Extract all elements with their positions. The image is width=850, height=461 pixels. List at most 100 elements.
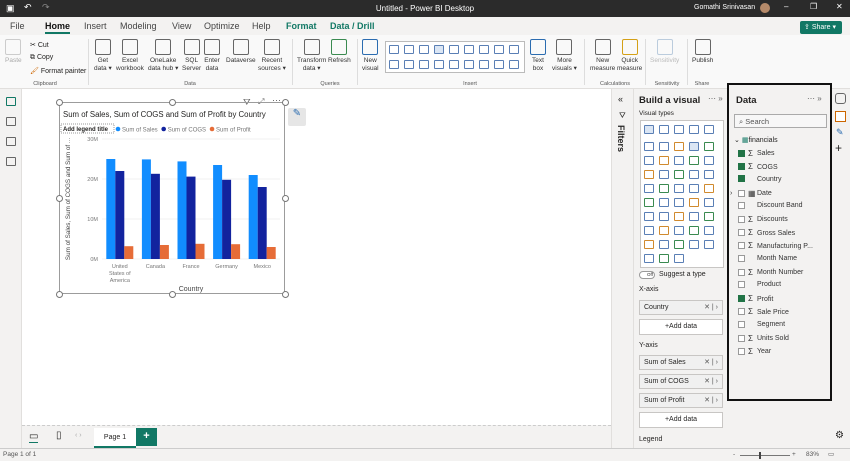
report-canvas[interactable]: ⛛ ⤢ ⋯ ✎ Sum of Sales, Sum of COGS and Su… <box>22 89 611 425</box>
bar-sum-of-sales[interactable] <box>106 159 116 259</box>
resize-handle[interactable] <box>56 99 63 106</box>
report-view-icon[interactable] <box>6 97 16 106</box>
visual-type-icon[interactable] <box>689 184 699 193</box>
visual-type-icon[interactable] <box>659 170 669 179</box>
zoom-slider[interactable] <box>740 455 790 456</box>
visual-type-icon[interactable] <box>644 170 654 179</box>
resize-handle[interactable] <box>169 99 176 106</box>
field-checkbox[interactable] <box>738 334 745 342</box>
visual-type-icon[interactable] <box>704 198 714 207</box>
mobile-layout-icon[interactable]: ▯ <box>56 430 62 441</box>
field-item[interactable]: Σ Discounts <box>738 215 788 227</box>
visual-type-icon[interactable] <box>434 60 444 69</box>
data-pane-icon[interactable] <box>835 93 846 104</box>
visual-type-icon[interactable] <box>494 60 504 69</box>
data-source-button[interactable]: Dataverse <box>226 39 256 65</box>
share-button[interactable]: ⇪ Share ▾ <box>800 21 842 34</box>
table-financials[interactable]: ⌄ ▦financials <box>734 136 778 144</box>
visual-type-icon[interactable] <box>704 125 714 134</box>
visual-type-icon[interactable] <box>644 240 654 249</box>
tab-home[interactable]: Home <box>45 21 71 34</box>
data-source-button[interactable]: Enter data <box>204 39 220 73</box>
build-visual-icon[interactable] <box>835 111 846 122</box>
expand-icon[interactable]: « <box>618 94 623 104</box>
visual-type-icon[interactable] <box>494 45 504 54</box>
remove-field-icon[interactable]: ✕ | › <box>704 303 718 311</box>
visual-type-icon[interactable] <box>464 45 474 54</box>
tab-data-drill[interactable]: Data / Drill <box>330 21 375 31</box>
tab-insert[interactable]: Insert <box>84 21 107 31</box>
field-item[interactable]: Σ Profit <box>738 294 773 306</box>
visual-type-icon[interactable] <box>704 226 714 235</box>
zoom-out-icon[interactable]: - <box>733 451 735 458</box>
refresh-button[interactable]: Refresh <box>328 39 351 65</box>
bar-sum-of-cogs[interactable] <box>222 179 232 259</box>
new-measure-button[interactable]: New measure <box>590 39 615 73</box>
tab-file[interactable]: File <box>10 21 25 31</box>
visual-type-icon[interactable] <box>449 60 459 69</box>
visual-type-icon[interactable] <box>674 184 684 193</box>
data-source-button[interactable]: OneLake data hub ▾ <box>148 39 178 73</box>
field-checkbox[interactable] <box>738 216 745 223</box>
minimize-icon[interactable]: – <box>784 2 788 11</box>
bar-sum-of-sales[interactable] <box>248 175 258 259</box>
desktop-layout-icon[interactable]: ▭ <box>29 431 39 443</box>
visual-type-icon[interactable] <box>644 125 654 134</box>
field-well-item[interactable]: Sum of Profit ✕ | › <box>639 393 723 408</box>
field-item[interactable]: Σ Manufacturing P... <box>738 241 813 253</box>
visual-type-icon[interactable] <box>689 212 699 221</box>
add-icon[interactable]: + <box>835 141 842 155</box>
field-checkbox[interactable] <box>738 150 745 157</box>
field-well-item[interactable]: Sum of COGS ✕ | › <box>639 374 723 389</box>
field-item[interactable]: Segment <box>738 320 785 333</box>
visual-type-icon[interactable] <box>419 45 429 54</box>
add-page-button[interactable]: + <box>136 428 157 446</box>
visual-type-icon[interactable] <box>674 198 684 207</box>
suggest-toggle[interactable]: Off <box>639 271 655 279</box>
format-painter-button[interactable]: 🖌 Format painter <box>30 67 86 75</box>
visual-type-icon[interactable] <box>689 240 699 249</box>
clustered-column-chart[interactable]: Sum of Sales, Sum of COGS and Sum of Pro… <box>56 99 289 298</box>
field-checkbox[interactable] <box>738 348 745 355</box>
visual-type-icon[interactable] <box>434 45 444 54</box>
tab-view[interactable]: View <box>172 21 191 31</box>
visual-type-icon[interactable] <box>644 198 654 207</box>
bar-sum-of-profit[interactable] <box>159 245 169 259</box>
search-input[interactable]: ⌕ Search <box>734 114 827 128</box>
visual-type-icon[interactable] <box>404 45 414 54</box>
field-item[interactable]: › ▦Date <box>730 189 772 201</box>
resize-handle[interactable] <box>282 99 289 106</box>
visual-type-icon[interactable] <box>689 170 699 179</box>
remove-field-icon[interactable]: ✕ | › <box>704 358 718 366</box>
bar-sum-of-profit[interactable] <box>195 243 205 259</box>
visual-type-icon[interactable] <box>449 45 459 54</box>
field-item[interactable]: Discount Band <box>738 201 803 214</box>
zoom-in-icon[interactable]: + <box>792 451 796 458</box>
visual-type-icon[interactable] <box>674 240 684 249</box>
field-checkbox[interactable] <box>738 201 745 209</box>
bar-sum-of-cogs[interactable] <box>115 171 125 259</box>
model-view-icon[interactable] <box>6 137 16 146</box>
visual-type-icon[interactable] <box>644 226 654 235</box>
field-item[interactable]: Σ Sale Price <box>738 307 789 319</box>
bar-sum-of-profit[interactable] <box>124 246 134 259</box>
new-visual-button[interactable]: New visual <box>362 39 379 73</box>
more-options-icon[interactable]: ⋯ » <box>708 94 723 103</box>
field-item[interactable]: Product <box>738 281 781 293</box>
resize-handle[interactable] <box>169 291 176 298</box>
data-source-button[interactable]: SQL Server <box>182 39 201 73</box>
visual-type-icon[interactable] <box>644 212 654 221</box>
zoom-slider-thumb[interactable] <box>759 452 761 459</box>
visual-type-icon[interactable] <box>704 142 714 151</box>
chevron-right-icon[interactable]: › <box>730 190 738 197</box>
visual-type-icon[interactable] <box>479 45 489 54</box>
visual-type-icon[interactable] <box>389 60 399 69</box>
field-checkbox[interactable] <box>738 175 745 183</box>
bar-sum-of-cogs[interactable] <box>257 187 267 259</box>
add-data-button[interactable]: +Add data <box>639 412 723 428</box>
field-checkbox[interactable] <box>738 229 745 237</box>
field-item[interactable]: Σ Sales <box>738 149 775 161</box>
visual-type-icon[interactable] <box>674 226 684 235</box>
tab-modeling[interactable]: Modeling <box>120 21 157 31</box>
visual-type-icon[interactable] <box>704 170 714 179</box>
